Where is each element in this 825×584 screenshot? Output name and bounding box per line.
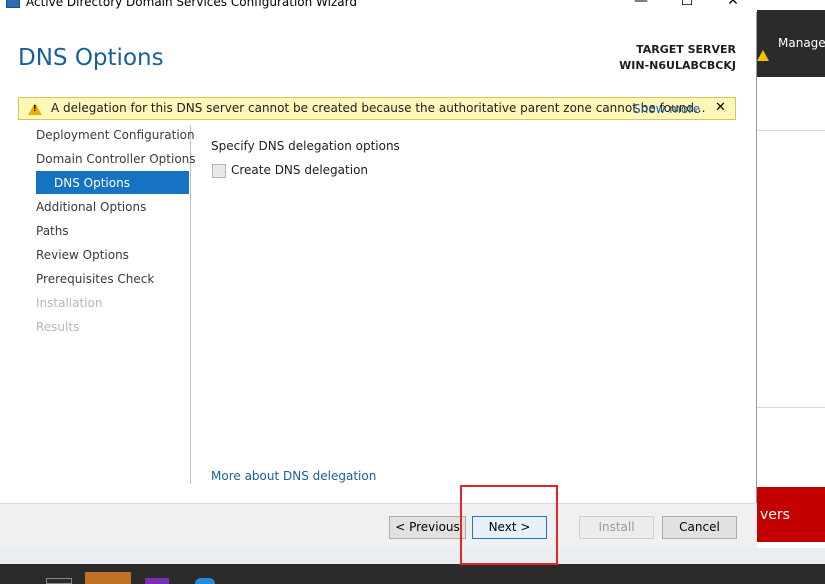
previous-button[interactable]: < Previous (389, 516, 466, 539)
close-button[interactable]: ✕ (722, 0, 744, 10)
nav-item-domain-controller-options[interactable]: Domain Controller Options (36, 148, 196, 170)
cancel-button[interactable]: Cancel (662, 516, 737, 539)
warning-text: A delegation for this DNS server cannot … (51, 101, 706, 115)
install-button: Install (579, 516, 654, 539)
target-server-name: WIN-N6ULABCBCKJ (619, 59, 736, 72)
background-divider (757, 130, 825, 131)
close-warning-icon[interactable]: ✕ (715, 100, 726, 115)
nav-divider (190, 126, 191, 484)
nav-item-paths[interactable]: Paths (36, 220, 69, 242)
background-divider (757, 407, 825, 408)
show-more-link[interactable]: Show more (633, 102, 700, 116)
create-dns-delegation-checkbox[interactable] (212, 164, 226, 178)
nav-item-dns-options[interactable]: DNS Options (36, 171, 189, 194)
nav-item-review-options[interactable]: Review Options (36, 244, 129, 266)
title-bar: Active Directory Domain Services Configu… (0, 0, 757, 12)
app-icon (6, 0, 20, 8)
nav-item-deployment-configuration[interactable]: Deployment Configuration (36, 124, 195, 146)
warning-icon-mark: ! (33, 104, 37, 113)
wizard-window: Active Directory Domain Services Configu… (0, 0, 757, 548)
manage-menu[interactable]: Manage (778, 36, 825, 50)
nav-item-additional-options[interactable]: Additional Options (36, 196, 146, 218)
window-title: Active Directory Domain Services Configu… (26, 0, 357, 9)
create-dns-delegation-label[interactable]: Create DNS delegation (231, 163, 368, 177)
taskbar-app-icon[interactable] (145, 578, 169, 584)
nav-item-installation: Installation (36, 296, 103, 310)
next-button-highlight (460, 485, 558, 565)
warning-banner: ! A delegation for this DNS server canno… (18, 97, 736, 120)
taskbar-server-manager-icon[interactable] (85, 572, 131, 584)
maximize-button[interactable]: ☐ (676, 0, 698, 10)
section-title: Specify DNS delegation options (211, 139, 400, 153)
taskbar-app-icon[interactable] (46, 578, 72, 584)
page-title: DNS Options (18, 45, 164, 71)
nav-item-prerequisites-check[interactable]: Prerequisites Check (36, 268, 154, 290)
minimize-button[interactable]: — (630, 0, 652, 10)
more-about-dns-delegation-link[interactable]: More about DNS delegation (211, 469, 376, 483)
target-server-label: TARGET SERVER (636, 43, 736, 56)
background-status-strip (0, 548, 825, 564)
background-banner-text: vers (760, 507, 790, 523)
background-warning-icon (757, 50, 769, 61)
wizard-footer: < Previous Next > Install Cancel (0, 503, 757, 548)
taskbar-browser-icon[interactable] (195, 578, 215, 584)
nav-item-results: Results (36, 320, 80, 334)
